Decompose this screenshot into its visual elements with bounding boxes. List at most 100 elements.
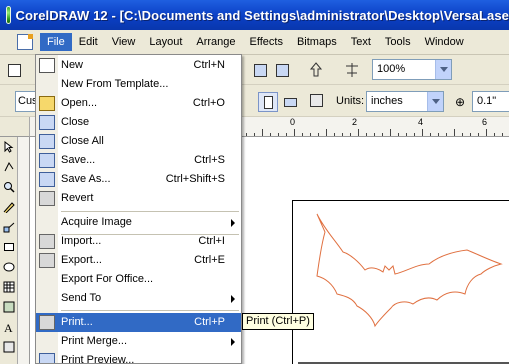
menu-item-send-to[interactable]: Send To xyxy=(36,289,241,308)
ruler-tick xyxy=(278,133,279,136)
zoom-level-select[interactable]: 100% xyxy=(372,59,452,80)
ellipse-tool-icon[interactable] xyxy=(1,259,17,275)
menu-effects[interactable]: Effects xyxy=(243,33,290,51)
ruler-tick xyxy=(350,133,351,136)
nudge-icon: ⊕ xyxy=(455,95,466,109)
interactive-tool-icon[interactable] xyxy=(1,339,17,355)
menu-item-label: New From Template... xyxy=(61,78,169,90)
menu-item-label: Open... xyxy=(61,97,98,109)
import-icon[interactable] xyxy=(250,60,270,80)
menu-item-revert[interactable]: Revert xyxy=(36,189,241,208)
pick-tool-icon[interactable] xyxy=(1,139,17,155)
menu-item-shortcut: Ctrl+N xyxy=(193,59,225,71)
vertical-ruler[interactable] xyxy=(18,137,30,364)
application-launcher-icon[interactable] xyxy=(306,60,326,80)
ruler-tick xyxy=(438,133,439,136)
menu-item-print-merge[interactable]: Print Merge... xyxy=(36,332,241,351)
menu-item-label: Export For Office... xyxy=(61,273,154,285)
freehand-tool-icon[interactable] xyxy=(1,199,17,215)
submenu-arrow-icon xyxy=(231,338,235,346)
ruler-tick xyxy=(478,133,479,136)
graph-paper-tool-icon[interactable] xyxy=(1,279,17,295)
document-control-icon[interactable] xyxy=(17,34,33,50)
ruler-tick xyxy=(406,133,407,136)
save-as-icon xyxy=(39,172,55,187)
corel-online-icon[interactable] xyxy=(342,60,362,80)
ruler-tick xyxy=(254,133,255,136)
menu-bar: File Edit View Layout Arrange Effects Bi… xyxy=(0,30,509,55)
ruler-tick xyxy=(342,133,343,136)
ruler-tick xyxy=(262,129,263,136)
menu-separator xyxy=(61,211,239,212)
revert-icon xyxy=(39,191,55,206)
menu-item-new-from-template[interactable]: New From Template... xyxy=(36,75,241,94)
zoom-tool-icon[interactable] xyxy=(1,179,17,195)
zoom-level-value: 100% xyxy=(377,63,406,75)
menu-item-import[interactable]: Import... Ctrl+I xyxy=(36,232,241,251)
menu-bitmaps[interactable]: Bitmaps xyxy=(290,33,344,51)
shape-tool-icon[interactable] xyxy=(1,159,17,175)
menu-tools[interactable]: Tools xyxy=(378,33,418,51)
chevron-down-icon[interactable] xyxy=(427,92,443,111)
menu-item-label: Export... xyxy=(61,254,102,266)
units-select[interactable]: inches xyxy=(366,91,444,112)
ruler-label: 2 xyxy=(352,117,358,127)
ruler-tick xyxy=(374,133,375,136)
title-bar: CorelDRAW 12 - [C:\Documents and Setting… xyxy=(0,0,509,30)
ruler-origin[interactable] xyxy=(0,117,30,137)
units-label: Units: xyxy=(336,95,365,107)
landscape-icon[interactable] xyxy=(280,92,300,112)
ruler-label: 0 xyxy=(290,117,296,127)
coreldraw-app-icon[interactable] xyxy=(6,6,11,24)
ruler-tick xyxy=(462,133,463,136)
menu-item-export-for-office[interactable]: Export For Office... xyxy=(36,270,241,289)
menu-item-shortcut: Ctrl+O xyxy=(192,97,225,109)
menu-item-open[interactable]: Open... Ctrl+O xyxy=(36,94,241,113)
menu-layout[interactable]: Layout xyxy=(142,33,189,51)
save-icon xyxy=(39,153,55,168)
menu-item-print[interactable]: Print... Ctrl+P xyxy=(36,313,241,332)
nudge-distance-input[interactable]: 0.1" xyxy=(472,91,509,112)
menu-item-shortcut: Ctrl+Shift+S xyxy=(165,173,225,185)
menu-item-save[interactable]: Save... Ctrl+S xyxy=(36,151,241,170)
menu-edit[interactable]: Edit xyxy=(72,33,105,51)
open-folder-icon xyxy=(39,96,55,111)
menu-item-close-all[interactable]: Close All xyxy=(36,132,241,151)
text-tool-icon[interactable]: A xyxy=(1,319,17,335)
smart-fill-tool-icon[interactable] xyxy=(1,219,17,235)
new-icon[interactable] xyxy=(4,60,24,80)
export-icon[interactable] xyxy=(272,60,292,80)
print-icon xyxy=(39,315,55,330)
menu-item-export[interactable]: Export... Ctrl+E xyxy=(36,251,241,270)
ruler-tick xyxy=(446,133,447,136)
bat-shape[interactable] xyxy=(305,210,509,330)
basic-shapes-tool-icon[interactable] xyxy=(1,299,17,315)
menu-file[interactable]: File xyxy=(40,33,72,51)
menu-text[interactable]: Text xyxy=(344,33,378,51)
units-value: inches xyxy=(371,95,403,107)
ruler-tick xyxy=(334,133,335,136)
ruler-tick xyxy=(422,129,423,136)
ruler-tick xyxy=(486,129,487,136)
menu-arrange[interactable]: Arrange xyxy=(189,33,242,51)
menu-view[interactable]: View xyxy=(105,33,143,51)
paper-type-select[interactable]: Cus xyxy=(15,91,38,112)
ruler-tick xyxy=(382,133,383,136)
ruler-tick xyxy=(358,129,359,136)
menu-item-shortcut: Ctrl+P xyxy=(194,316,225,328)
page-layout-icon[interactable] xyxy=(306,90,326,110)
portrait-icon[interactable] xyxy=(258,92,278,112)
export-icon xyxy=(39,253,55,268)
menu-item-close[interactable]: Close xyxy=(36,113,241,132)
rectangle-tool-icon[interactable] xyxy=(1,239,17,255)
submenu-arrow-icon xyxy=(231,295,235,303)
menu-item-label: Save As... xyxy=(61,173,111,185)
ruler-tick xyxy=(430,133,431,136)
menu-window[interactable]: Window xyxy=(418,33,471,51)
menu-item-acquire-image[interactable]: Acquire Image xyxy=(36,213,241,232)
menu-item-print-preview[interactable]: Print Preview... xyxy=(36,351,241,363)
menu-item-label: Close All xyxy=(61,135,104,147)
menu-item-save-as[interactable]: Save As... Ctrl+Shift+S xyxy=(36,170,241,189)
chevron-down-icon[interactable] xyxy=(435,60,451,79)
menu-item-new[interactable]: New Ctrl+N xyxy=(36,56,241,75)
